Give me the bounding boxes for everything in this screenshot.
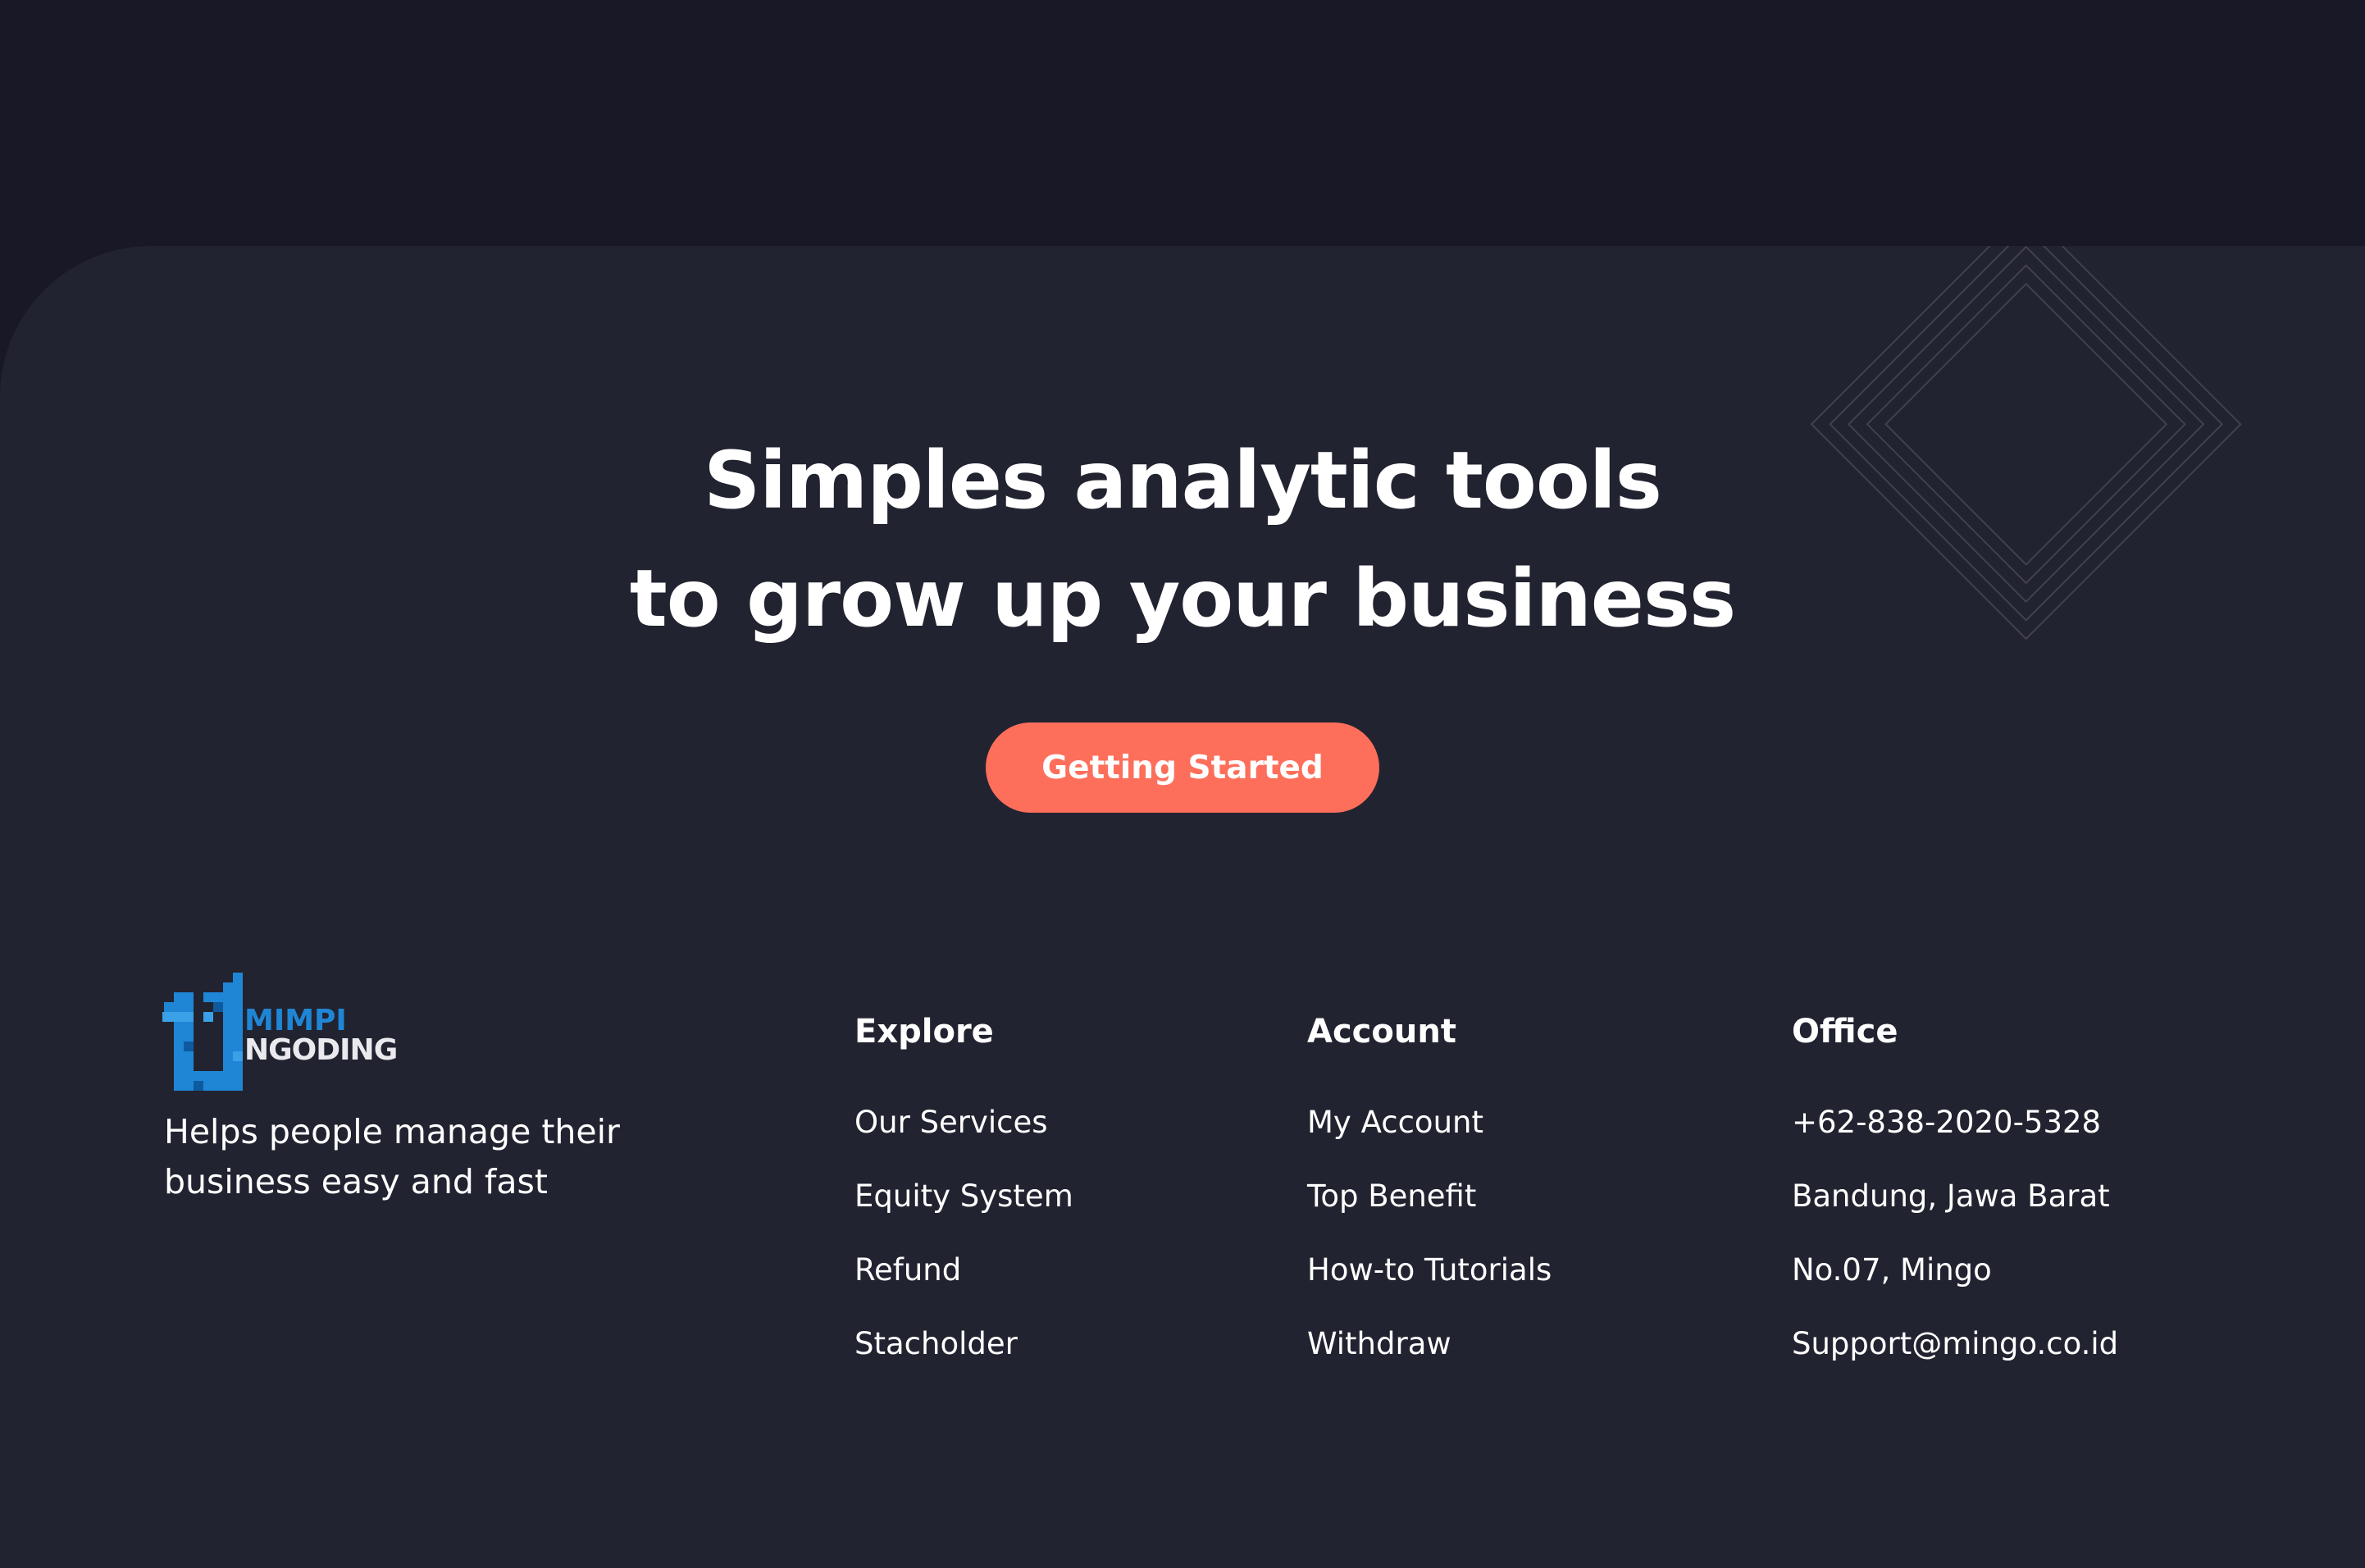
account-links: My Account Top Benefit How-to Tutorials … [1307, 1102, 1552, 1365]
tagline-line-1: Helps people manage their [164, 1112, 620, 1151]
link-text[interactable]: Withdraw [1307, 1326, 1451, 1361]
link-text[interactable]: Equity System [854, 1178, 1073, 1214]
office-details: +62-838-2020-5328 Bandung, Jawa Barat No… [1792, 1102, 2118, 1365]
explore-heading: Explore [854, 1013, 994, 1051]
hero-title-line-2: to grow up your business [629, 553, 1736, 645]
cta-footer-section: Simples analytic tools to grow up your b… [0, 246, 2365, 1568]
link-text[interactable]: My Account [1307, 1105, 1483, 1140]
footer-link-withdraw[interactable]: Withdraw [1307, 1324, 1552, 1365]
footer-column-office: Office +62-838-2020-5328 Bandung, Jawa B… [1792, 1009, 2118, 1397]
footer-link-top-benefit[interactable]: Top Benefit [1307, 1176, 1552, 1217]
office-phone[interactable]: +62-838-2020-5328 [1792, 1102, 2118, 1143]
account-heading: Account [1307, 1013, 1456, 1051]
footer-column-explore: Explore Our Services Equity System Refun… [854, 1009, 1073, 1397]
hero-title-line-1: Simples analytic tools [704, 435, 1662, 526]
footer-link-my-account[interactable]: My Account [1307, 1102, 1552, 1143]
office-city: Bandung, Jawa Barat [1792, 1178, 2110, 1214]
brand-tagline: Helps people manage their business easy … [164, 1107, 689, 1207]
getting-started-button[interactable]: Getting Started [986, 722, 1379, 813]
footer-link-stacholder[interactable]: Stacholder [854, 1324, 1073, 1365]
link-text[interactable]: Stacholder [854, 1326, 1018, 1361]
svg-text:MIMPI: MIMPI [244, 1004, 347, 1037]
footer-link-equity-system[interactable]: Equity System [854, 1176, 1073, 1217]
office-heading: Office [1792, 1013, 1898, 1051]
svg-text:NGODING: NGODING [244, 1033, 397, 1067]
footer-link-how-to-tutorials[interactable]: How-to Tutorials [1307, 1250, 1552, 1291]
hero-title: Simples analytic tools to grow up your b… [0, 422, 2365, 658]
tagline-line-2: business easy and fast [164, 1162, 548, 1201]
footer-column-account: Account My Account Top Benefit How-to Tu… [1307, 1009, 1552, 1397]
explore-links: Our Services Equity System Refund Stacho… [854, 1102, 1073, 1365]
link-text[interactable]: Refund [854, 1252, 961, 1288]
link-text[interactable]: Top Benefit [1307, 1178, 1476, 1214]
mimpi-ngoding-logo[interactable]: MIMPI NGODING [162, 973, 408, 1092]
office-address: No.07, Mingo [1792, 1252, 1992, 1288]
link-text[interactable]: Our Services [854, 1105, 1048, 1140]
link-text[interactable]: How-to Tutorials [1307, 1252, 1552, 1288]
footer-link-refund[interactable]: Refund [854, 1250, 1073, 1291]
office-email[interactable]: Support@mingo.co.id [1792, 1324, 2118, 1365]
footer-link-our-services[interactable]: Our Services [854, 1102, 1073, 1143]
